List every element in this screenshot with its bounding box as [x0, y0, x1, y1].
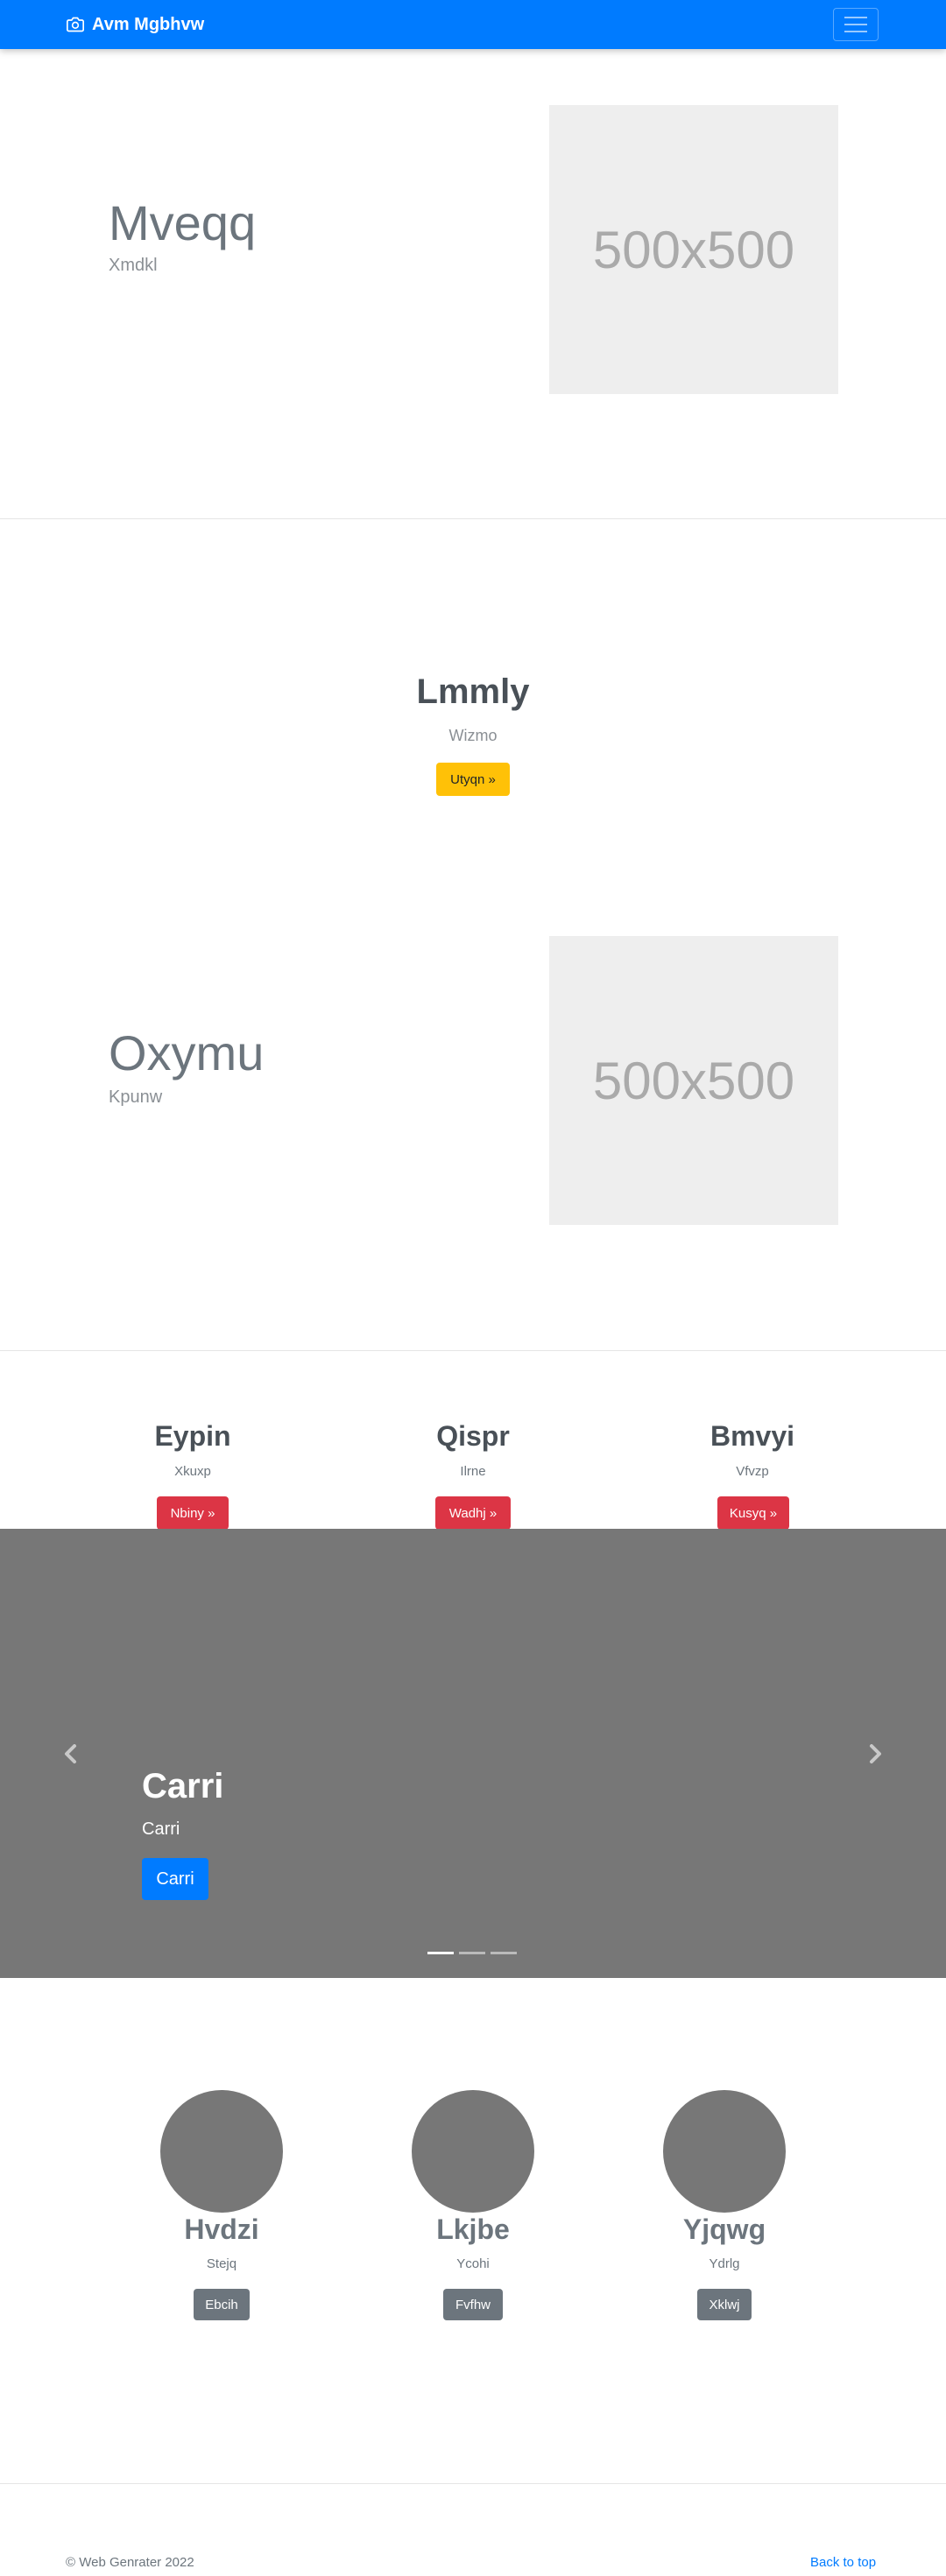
- column-subtitle: Xkuxp: [174, 1464, 211, 1479]
- placeholder-label: 500x500: [592, 1051, 795, 1110]
- hamburger-line: [844, 24, 867, 25]
- carousel-indicator[interactable]: [427, 1952, 454, 1954]
- column-button[interactable]: Wadhj »: [435, 1496, 511, 1530]
- team-button[interactable]: Ebcih: [194, 2289, 250, 2320]
- team-name: Lkjbe: [436, 2214, 510, 2245]
- section-divider: [0, 518, 946, 519]
- copyright-text: © Web Genrater 2022: [66, 2555, 194, 2570]
- chevron-left-icon: [65, 1744, 76, 1763]
- carousel-prev-button[interactable]: [58, 1741, 84, 1767]
- team-name: Yjqwg: [682, 2214, 766, 2245]
- feature-title: Mveqq: [109, 195, 257, 250]
- column-title: Qispr: [436, 1420, 510, 1452]
- column-button[interactable]: Nbiny »: [157, 1496, 229, 1530]
- carousel-caption-title: Carri: [142, 1767, 224, 1805]
- hamburger-menu-icon: [844, 17, 867, 18]
- avatar: [160, 2090, 283, 2213]
- column-subtitle: Vfvzp: [736, 1464, 769, 1479]
- avatar: [412, 2090, 534, 2213]
- column-title: Eypin: [154, 1420, 231, 1452]
- center-button[interactable]: Utyqn »: [436, 763, 510, 796]
- team-subtitle: Ycohi: [456, 2256, 490, 2271]
- chevron-right-icon: [870, 1744, 881, 1763]
- team-button[interactable]: Xklwj: [697, 2289, 752, 2320]
- feature-subtitle: Kpunw: [109, 1087, 163, 1107]
- feature-title: Oxymu: [109, 1025, 265, 1080]
- team-subtitle: Ydrlg: [709, 2256, 740, 2271]
- carousel-next-button[interactable]: [862, 1741, 888, 1767]
- carousel-indicator[interactable]: [459, 1952, 485, 1954]
- avatar: [663, 2090, 786, 2213]
- carousel: Carri Carri Carri: [0, 1529, 946, 1978]
- feature-image-placeholder: 500x500: [549, 105, 838, 394]
- feature-subtitle: Xmdkl: [109, 256, 158, 275]
- center-subtitle: Wizmo: [448, 727, 498, 744]
- team-subtitle: Stejq: [206, 2256, 237, 2271]
- section-divider: [0, 1350, 946, 1351]
- navbar-toggle-button[interactable]: [833, 8, 879, 41]
- placeholder-label: 500x500: [592, 220, 795, 279]
- hamburger-line: [844, 31, 867, 32]
- navbar: Avm Mgbhvw: [0, 0, 946, 49]
- carousel-caption-button[interactable]: Carri: [142, 1858, 208, 1900]
- team-button[interactable]: Fvfhw: [443, 2289, 503, 2320]
- back-to-top-link[interactable]: Back to top: [810, 2555, 876, 2570]
- camera-icon: [67, 17, 84, 32]
- carousel-indicator[interactable]: [491, 1952, 517, 1954]
- brand-link[interactable]: Avm Mgbhvw: [66, 14, 204, 35]
- feature-image-placeholder: 500x500: [549, 936, 838, 1225]
- team-name: Hvdzi: [184, 2214, 259, 2245]
- carousel-indicators: [427, 1952, 517, 1954]
- carousel-caption-subtitle: Carri: [142, 1819, 180, 1839]
- column-subtitle: Ilrne: [460, 1464, 486, 1479]
- brand-name: Avm Mgbhvw: [92, 14, 205, 34]
- center-title: Lmmly: [416, 672, 530, 711]
- column-title: Bmvyi: [710, 1420, 795, 1452]
- column-button[interactable]: Kusyq »: [717, 1496, 789, 1530]
- footer-divider: [0, 2483, 946, 2484]
